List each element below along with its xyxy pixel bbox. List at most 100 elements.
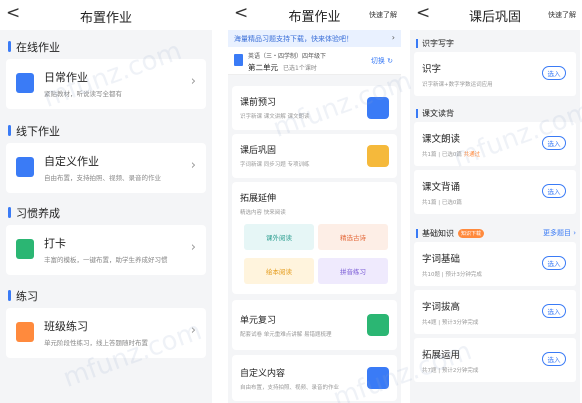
banner-text: 海量精品习题支持下载，快来体验吧！ xyxy=(234,34,353,43)
item-title: 课文背诵 xyxy=(422,182,461,193)
tile-label: 课外阅读 xyxy=(266,234,292,242)
section-bar xyxy=(416,108,418,118)
item-desc: 共7题 | 预计2分钟完成 xyxy=(422,368,479,374)
search-book-icon xyxy=(367,97,389,119)
section-header: 线下作业 xyxy=(0,118,212,143)
status-highlight: 共通过 xyxy=(463,152,481,158)
item-title: 字词基础 xyxy=(422,254,461,265)
card-title: 自定义作业 xyxy=(44,155,99,168)
item-words-advanced: 字词拔高 共4题 | 预计3分钟完成 选入 xyxy=(414,290,576,334)
quick-guide-link[interactable]: 快速了解 xyxy=(548,10,576,20)
tile-label: 绘本阅读 xyxy=(266,268,292,276)
card-unit-review[interactable]: 单元复习 配套试卷 单元重难点讲解 易错题梳理 xyxy=(232,300,397,350)
card-custom-homework[interactable]: 自定义作业 自由布置，支持拍照、视频、录音的作业 › xyxy=(6,143,206,193)
section-header: 练习 xyxy=(0,283,212,308)
section-header: 基础知识 知识下载 更多题目 › xyxy=(410,224,580,242)
tile-ancient-poems[interactable]: 精选古诗 xyxy=(318,224,388,250)
section-header: 习惯养成 xyxy=(0,200,212,225)
card-title: 课后巩固 xyxy=(240,146,277,156)
chevron-right-icon: › xyxy=(190,240,196,255)
page-title: 布置作业 xyxy=(79,11,132,26)
p1-section-1: 在线作业 日常作业 紧贴教材，听说读写全都有 › xyxy=(0,34,212,109)
item-desc: 共1篇 | 已选0篇 xyxy=(422,200,462,206)
quick-guide-link[interactable]: 快速了解 xyxy=(369,10,397,20)
card-title: 打卡 xyxy=(44,237,66,250)
select-button[interactable]: 选入 xyxy=(542,352,566,366)
section-label: 习惯养成 xyxy=(16,206,60,220)
card-desc: 单元阶段性练习，线上答题随时布置 xyxy=(44,339,148,347)
selected-lessons: 已选1个课时 xyxy=(283,65,317,72)
section-label: 练习 xyxy=(16,289,38,303)
edit-icon xyxy=(367,367,389,389)
select-button[interactable]: 选入 xyxy=(542,256,566,270)
download-badge: 知识下载 xyxy=(458,228,485,238)
item-text-recite: 课文背诵 共1篇 | 已选0篇 选入 xyxy=(414,170,576,214)
review-icon xyxy=(367,314,389,336)
tile-extra-reading[interactable]: 课外阅读 xyxy=(244,224,314,250)
card-class-practice[interactable]: 班级练习 单元阶段性练习，线上答题随时布置 › xyxy=(6,308,206,358)
pencil-icon xyxy=(16,157,34,177)
section-bar xyxy=(8,41,11,52)
unit-name: 第二单元 xyxy=(248,63,278,72)
tile-pinyin-practice[interactable]: 拼音练习 xyxy=(318,258,388,284)
section-header: 在线作业 xyxy=(0,34,212,59)
panel-assign-homework: < 布置作业 在线作业 日常作业 紧贴教材，听说读写全都有 › 线下作业 自定义… xyxy=(0,0,212,403)
section-label: 课文读背 xyxy=(422,108,454,118)
tile-label: 拼音练习 xyxy=(340,268,366,276)
section-bar xyxy=(8,290,11,301)
card-preview[interactable]: 课前预习 识字新课 课文讲解 课文朗读 xyxy=(232,86,397,130)
section-header: 识字写字 xyxy=(410,34,580,52)
chevron-right-icon: › xyxy=(190,158,196,173)
item-desc: 识字新课+数字学数运词应用 xyxy=(422,82,493,88)
card-desc: 紧贴教材，听说读写全都有 xyxy=(44,90,122,98)
card-title: 班级练习 xyxy=(44,320,88,333)
card-extension: 拓展延伸 精选内容 快来阅读 课外阅读 精选古诗 绘本阅读 拼音练习 xyxy=(232,182,397,294)
item-title: 识字 xyxy=(422,64,442,75)
textbook-selector: 英语（三・四学制）四年级下 第二单元 已选1个课时 切换 ↻ xyxy=(228,47,401,75)
item-title: 拓展运用 xyxy=(422,350,461,361)
item-title: 课文朗读 xyxy=(422,134,461,145)
card-custom-content[interactable]: 自定义内容 自由布置，支持拍照、视频、录音的作业 xyxy=(232,355,397,401)
panel-assign-by-unit: < 布置作业 快速了解 海量精品习题支持下载，快来体验吧！ › 英语（三・四学制… xyxy=(228,0,401,403)
nav-bar: < 布置作业 快速了解 xyxy=(228,0,401,30)
select-button[interactable]: 选入 xyxy=(542,184,566,198)
download-banner[interactable]: 海量精品习题支持下载，快来体验吧！ › xyxy=(228,30,401,47)
card-consolidate[interactable]: 课后巩固 字词新课 同步习题 专项训练 xyxy=(232,134,397,178)
card-desc: 识字新课 课文讲解 课文朗读 xyxy=(240,114,310,120)
p1-section-4: 练习 班级练习 单元阶段性练习，线上答题随时布置 › xyxy=(0,283,212,358)
item-desc: 共1篇 | 已选0篇 共通过 xyxy=(422,152,481,158)
tile-picture-book[interactable]: 绘本阅读 xyxy=(244,258,314,284)
select-button[interactable]: 选入 xyxy=(542,66,566,80)
card-title: 拓展延伸 xyxy=(240,194,277,204)
section-label: 基础知识 xyxy=(422,228,454,238)
section-header: 课文读背 xyxy=(410,104,580,122)
card-title: 课前预习 xyxy=(240,98,277,108)
switch-button[interactable]: 切换 ↻ xyxy=(371,56,393,66)
textbook-name: 英语（三・四学制）四年级下 xyxy=(248,53,327,60)
practice-icon xyxy=(16,322,34,342)
more-questions-link[interactable]: 更多题目 › xyxy=(543,228,576,238)
nav-bar: < 课后巩固 快速了解 xyxy=(410,0,580,30)
calendar-icon xyxy=(16,239,34,259)
section-bar xyxy=(8,207,11,218)
item-text-reading: 课文朗读 共1篇 | 已选0篇 共通过 选入 xyxy=(414,122,576,166)
select-button[interactable]: 选入 xyxy=(542,304,566,318)
card-desc: 自由布置，支持拍照、视频、录音的作业 xyxy=(44,174,161,182)
card-title: 日常作业 xyxy=(44,71,88,84)
item-desc: 共10题 | 预计3分钟完成 xyxy=(422,272,482,278)
p1-section-3: 习惯养成 打卡 丰富的模板，一键布置，助学生养成好习惯 › xyxy=(0,200,212,275)
nav-bar: < 布置作业 xyxy=(0,0,212,30)
clipboard-icon xyxy=(367,145,389,167)
card-desc: 配套试卷 单元重难点讲解 易错题梳理 xyxy=(240,332,332,338)
p3-section-literacy: 识字写字 识字 识字新课+数字学数运词应用 选入 xyxy=(410,34,580,96)
p1-section-2: 线下作业 自定义作业 自由布置，支持拍照、视频、录音的作业 › xyxy=(0,118,212,193)
item-desc: 共4题 | 预计3分钟完成 xyxy=(422,320,479,326)
select-button[interactable]: 选入 xyxy=(542,136,566,150)
section-label: 在线作业 xyxy=(16,40,60,54)
card-desc: 自由布置，支持拍照、视频、录音的作业 xyxy=(240,385,340,391)
card-daily-homework[interactable]: 日常作业 紧贴教材，听说读写全都有 › xyxy=(6,59,206,109)
card-title: 单元复习 xyxy=(240,316,277,326)
card-title: 自定义内容 xyxy=(240,369,286,379)
card-check-in[interactable]: 打卡 丰富的模板，一键布置，助学生养成好习惯 › xyxy=(6,225,206,275)
tile-label: 精选古诗 xyxy=(340,234,366,242)
